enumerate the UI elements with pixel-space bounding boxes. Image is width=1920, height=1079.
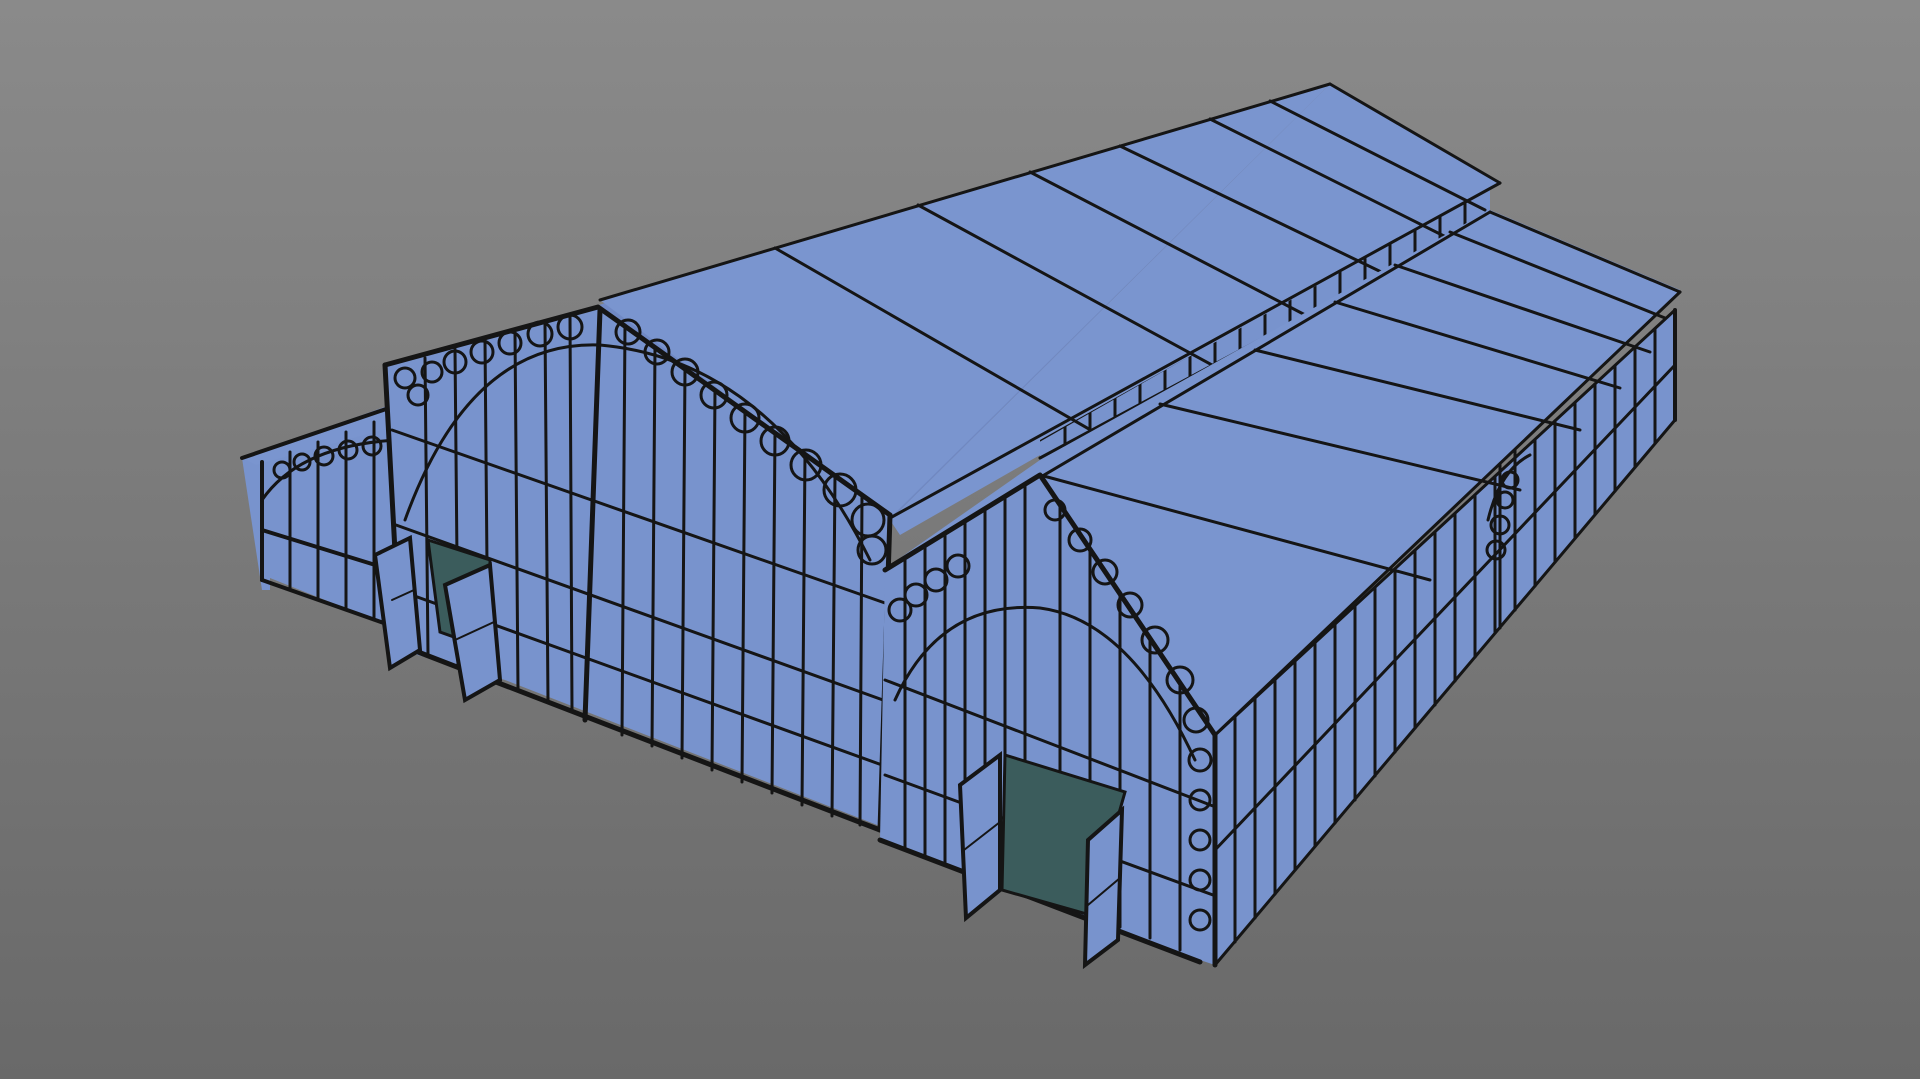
- 3d-viewport[interactable]: [0, 0, 1920, 1079]
- greenhouse-model[interactable]: [0, 0, 1920, 1079]
- left-annex: [240, 404, 400, 630]
- front-door-left-leaf[interactable]: [372, 534, 423, 672]
